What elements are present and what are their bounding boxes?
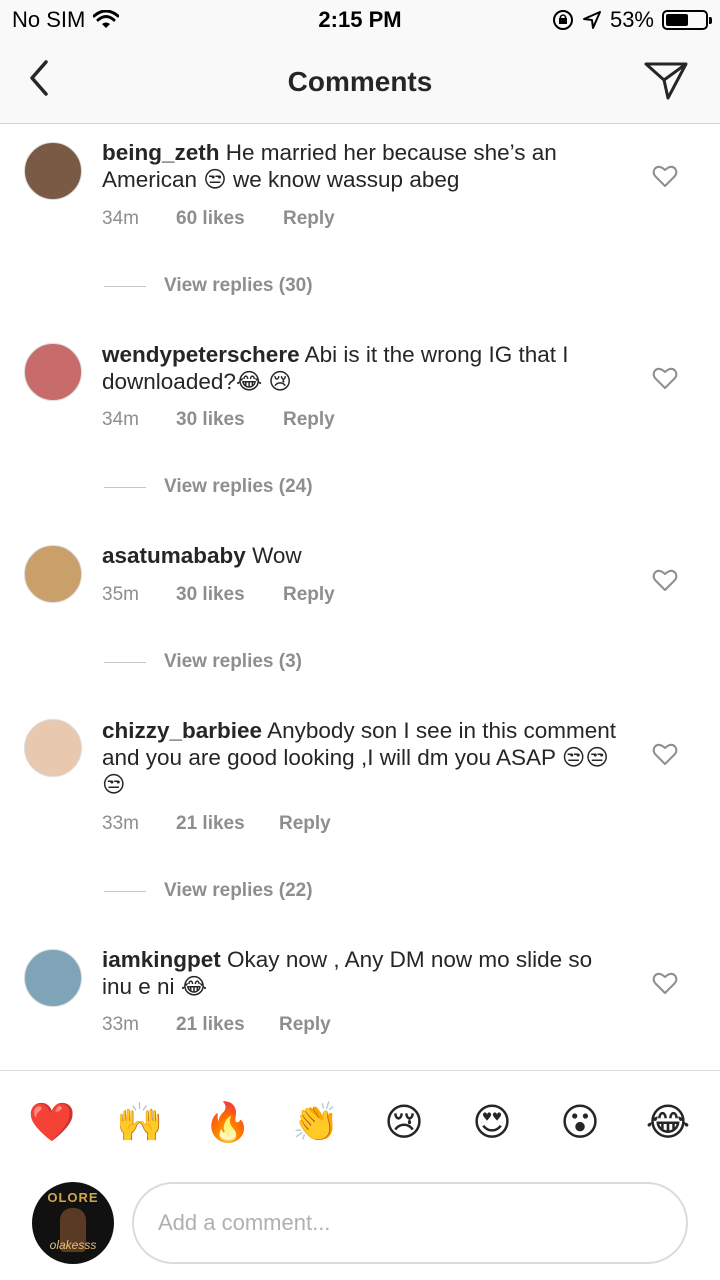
comment-username[interactable]: chizzy_barbiee <box>102 718 262 743</box>
view-replies-label: View replies (22) <box>164 880 313 901</box>
avatar-text-bottom: olakesss <box>49 1238 97 1252</box>
clapping-emoji-button[interactable]: 👏 <box>292 1099 340 1147</box>
comment-text: asatumababy Wow <box>102 542 622 569</box>
reply-button[interactable]: Reply <box>279 813 331 835</box>
comment-body: Wow <box>252 543 302 568</box>
comment-meta: 35m 30 likes Reply <box>102 584 335 606</box>
battery-icon <box>662 10 712 30</box>
comment-text: chizzy_barbiee Anybody son I see in this… <box>102 717 622 798</box>
avatar-text-top: OLORE <box>47 1190 99 1205</box>
comment-text: being_zeth He married her because she’s … <box>102 139 622 193</box>
emoji-quick-bar: ❤️ 🙌 🔥 👏 😢 😍 😮 😂 <box>0 1070 720 1178</box>
comment-username[interactable]: wendypeterschere <box>102 342 300 367</box>
heart-eyes-emoji-button[interactable]: 😍 <box>468 1099 516 1147</box>
view-replies-button[interactable]: View replies (30) <box>104 275 313 297</box>
likes-count[interactable]: 21 likes <box>176 1014 279 1036</box>
reply-button[interactable]: Reply <box>283 409 335 431</box>
navigation-bar: Comments <box>0 40 720 124</box>
divider-line <box>104 486 146 488</box>
location-arrow-icon <box>582 11 601 29</box>
comment-time: 34m <box>102 208 139 229</box>
reply-button[interactable]: Reply <box>283 208 335 230</box>
reply-button[interactable]: Reply <box>283 584 335 606</box>
comment-username[interactable]: being_zeth <box>102 140 220 165</box>
view-replies-label: View replies (24) <box>164 476 313 497</box>
likes-count[interactable]: 30 likes <box>176 409 283 431</box>
view-replies-button[interactable]: View replies (3) <box>104 651 302 673</box>
comment-meta: 33m 21 likes Reply <box>102 1014 331 1036</box>
heart-icon[interactable] <box>652 164 678 188</box>
comment-username[interactable]: asatumababy <box>102 543 246 568</box>
comment-meta: 34m 60 likes Reply <box>102 208 335 230</box>
send-direct-icon[interactable] <box>642 56 690 104</box>
user-avatar: OLORE olakesss <box>32 1182 114 1264</box>
likes-count[interactable]: 60 likes <box>176 208 283 230</box>
comments-list: being_zeth He married her because she’s … <box>0 124 720 1070</box>
avatar[interactable] <box>24 545 82 603</box>
comment-time: 34m <box>102 409 139 430</box>
divider-line <box>104 285 146 287</box>
page-title: Comments <box>287 66 433 97</box>
avatar[interactable] <box>24 719 82 777</box>
fire-emoji-button[interactable]: 🔥 <box>204 1099 252 1147</box>
comment-composer: OLORE olakesss Add a comment... <box>0 1178 720 1280</box>
view-replies-label: View replies (3) <box>164 651 302 672</box>
divider-line <box>104 890 146 892</box>
heart-icon[interactable] <box>652 742 678 766</box>
heart-emoji-button[interactable]: ❤️ <box>28 1099 76 1147</box>
comment-text: iamkingpet Okay now , Any DM now mo slid… <box>102 946 622 1000</box>
laughing-emoji-button[interactable]: 😂 <box>644 1099 692 1147</box>
comment-time: 33m <box>102 1014 139 1035</box>
comment-meta: 33m 21 likes Reply <box>102 813 331 835</box>
divider-line <box>104 661 146 663</box>
comment-text: wendypeterschere Abi is it the wrong IG … <box>102 341 622 395</box>
comment-time: 35m <box>102 584 139 605</box>
comment-meta: 34m 30 likes Reply <box>102 409 335 431</box>
comment-username[interactable]: iamkingpet <box>102 947 221 972</box>
rotation-lock-icon <box>552 10 573 30</box>
battery-percent: 53% <box>609 7 654 32</box>
view-replies-button[interactable]: View replies (24) <box>104 476 313 498</box>
likes-count[interactable]: 21 likes <box>176 813 279 835</box>
surprised-emoji-button[interactable]: 😮 <box>556 1099 604 1147</box>
avatar[interactable] <box>24 142 82 200</box>
likes-count[interactable]: 30 likes <box>176 584 283 606</box>
avatar[interactable] <box>24 343 82 401</box>
avatar[interactable] <box>24 949 82 1007</box>
reply-button[interactable]: Reply <box>279 1014 331 1036</box>
heart-icon[interactable] <box>652 366 678 390</box>
crying-emoji-button[interactable]: 😢 <box>380 1099 428 1147</box>
heart-icon[interactable] <box>652 568 678 592</box>
view-replies-button[interactable]: View replies (22) <box>104 880 313 902</box>
comment-input[interactable]: Add a comment... <box>132 1182 688 1264</box>
comment-time: 33m <box>102 813 139 834</box>
heart-icon[interactable] <box>652 971 678 995</box>
status-bar: No SIM 2:15 PM 53% <box>0 0 720 40</box>
raising-hands-emoji-button[interactable]: 🙌 <box>116 1099 164 1147</box>
view-replies-label: View replies (30) <box>164 275 313 296</box>
